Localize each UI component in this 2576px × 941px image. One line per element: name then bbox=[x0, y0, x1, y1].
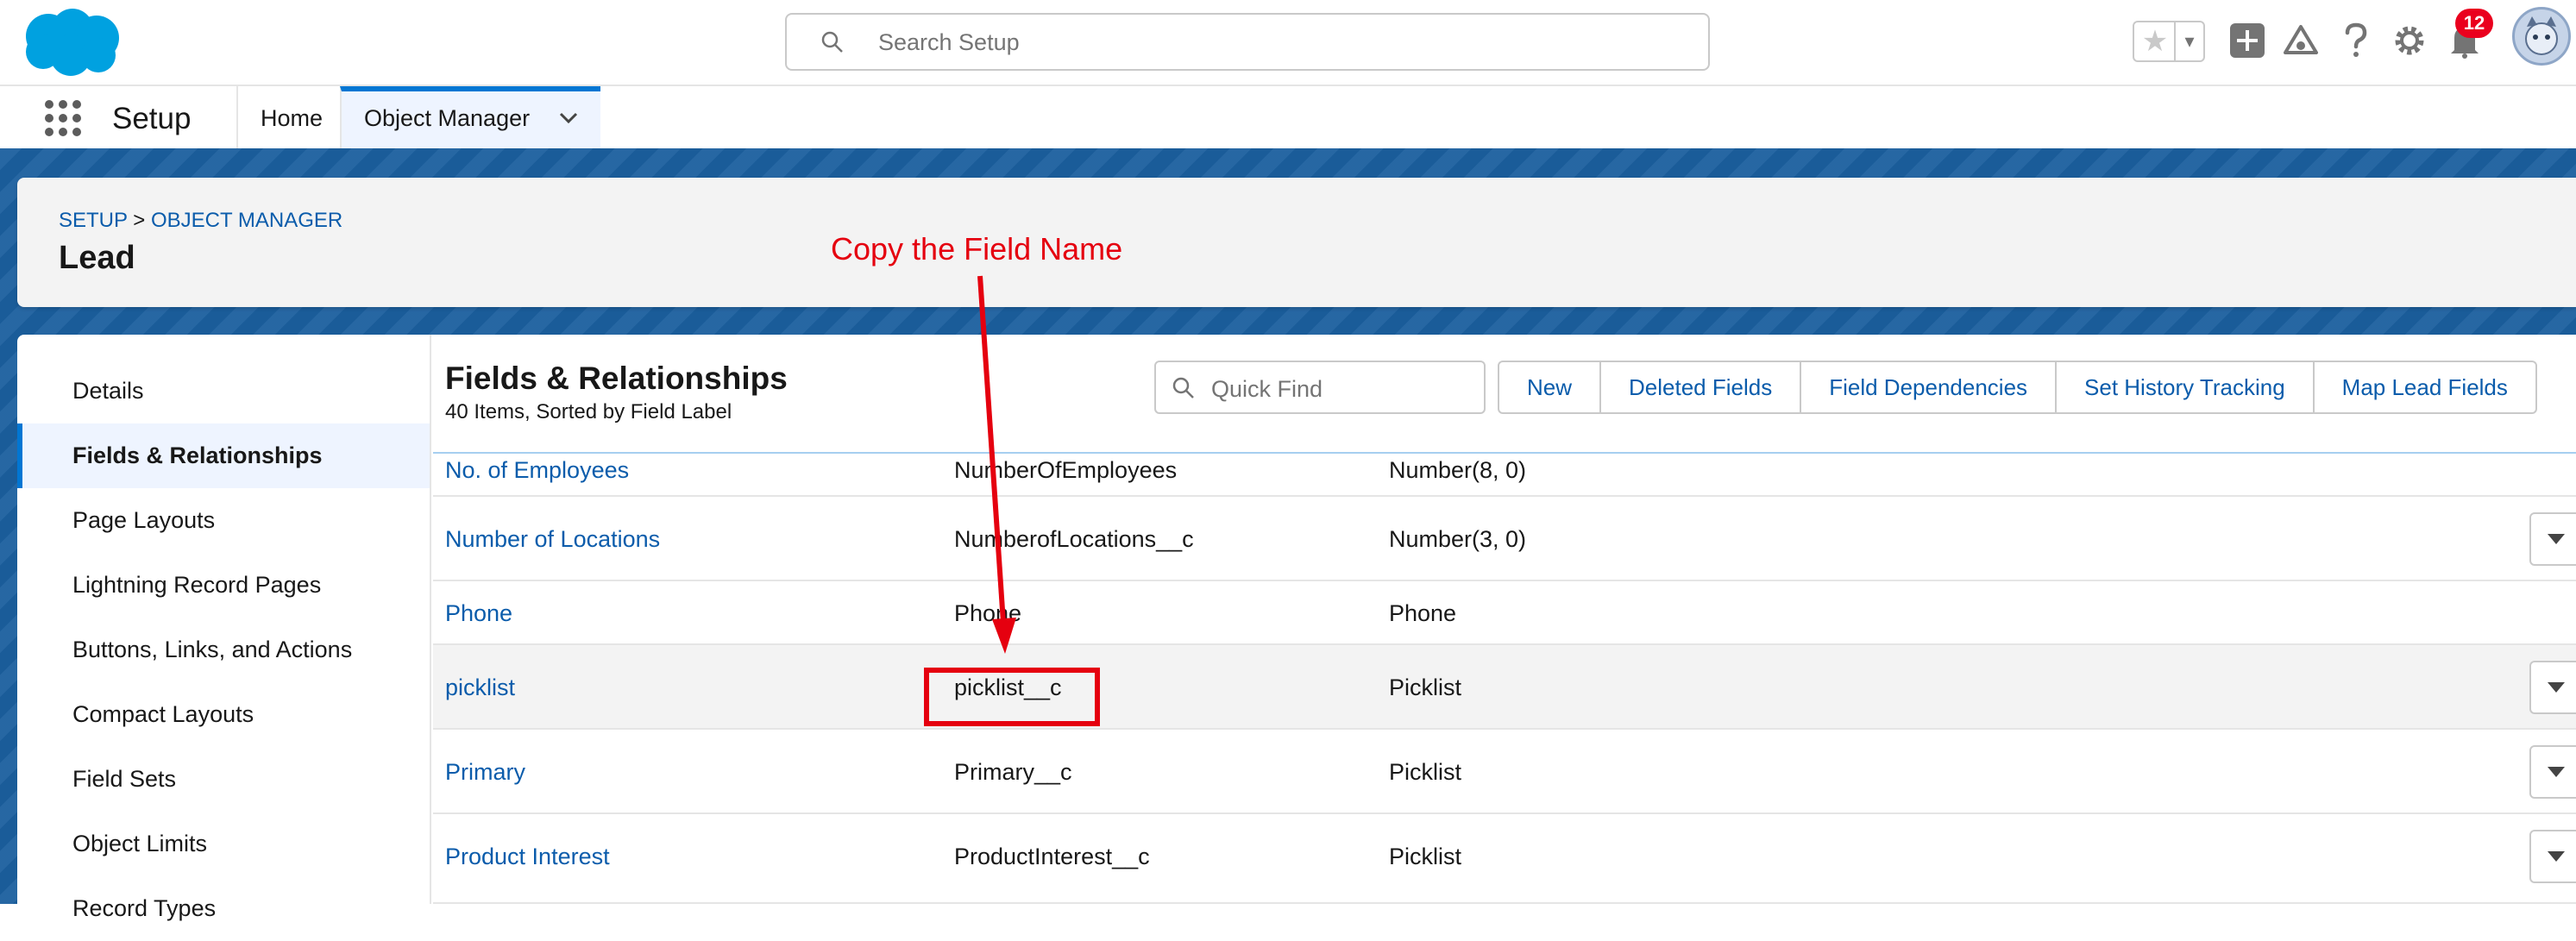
row-action-menu-button[interactable] bbox=[2529, 661, 2576, 714]
sidebar-item-label: Compact Layouts bbox=[72, 701, 254, 727]
sidebar-item-page-layouts[interactable]: Page Layouts bbox=[17, 488, 430, 553]
table-row: picklist picklist__c Picklist bbox=[433, 645, 2576, 730]
field-dependencies-button[interactable]: Field Dependencies bbox=[1800, 362, 2055, 412]
table-row: Product Interest ProductInterest__c Pick… bbox=[433, 814, 2576, 904]
fields-content: Fields & Relationships 40 Items, Sorted … bbox=[433, 335, 2576, 904]
breadcrumb-separator: > bbox=[133, 209, 146, 232]
annotation-highlight-box bbox=[924, 668, 1100, 726]
search-setup-input[interactable]: Search Setup bbox=[785, 13, 1710, 71]
chevron-down-icon bbox=[2548, 767, 2565, 777]
object-sidebar: Details Fields & Relationships Page Layo… bbox=[17, 335, 431, 921]
table-row: Phone Phone Phone bbox=[433, 581, 2576, 645]
tab-object-manager-label: Object Manager bbox=[364, 105, 531, 131]
field-label-link[interactable]: No. of Employees bbox=[445, 457, 629, 484]
row-action-menu-button[interactable] bbox=[2529, 745, 2576, 799]
field-api-name: NumberOfEmployees bbox=[954, 457, 1178, 483]
section-subtitle: 40 Items, Sorted by Field Label bbox=[445, 400, 732, 423]
global-header: Search Setup ★ ▾ 12 bbox=[0, 0, 2576, 85]
tab-home-label: Home bbox=[261, 105, 324, 131]
table-row: Number of Locations NumberofLocations__c… bbox=[433, 497, 2576, 581]
field-data-type: Picklist bbox=[1389, 674, 1462, 700]
sidebar-item-object-limits[interactable]: Object Limits bbox=[17, 812, 430, 876]
context-bar: Setup Home Object Manager bbox=[0, 85, 2576, 150]
field-api-name: NumberofLocations__c bbox=[954, 526, 1194, 552]
new-button[interactable]: New bbox=[1499, 362, 1599, 412]
quick-find-placeholder: Quick Find bbox=[1211, 376, 1323, 402]
map-lead-fields-button[interactable]: Map Lead Fields bbox=[2312, 362, 2535, 412]
field-label-link[interactable]: Number of Locations bbox=[445, 526, 660, 553]
field-api-name: Phone bbox=[954, 600, 1022, 626]
tab-object-manager[interactable]: Object Manager bbox=[340, 86, 600, 150]
chevron-down-icon[interactable] bbox=[559, 112, 578, 124]
sidebar-item-label: Object Limits bbox=[72, 831, 208, 856]
set-history-tracking-button[interactable]: Set History Tracking bbox=[2055, 362, 2313, 412]
field-label-link[interactable]: Product Interest bbox=[445, 844, 610, 870]
favorites-star-icon[interactable]: ★ bbox=[2136, 24, 2174, 59]
favorites-group[interactable]: ★ ▾ bbox=[2133, 21, 2205, 62]
favorites-dropdown-chevron-icon[interactable]: ▾ bbox=[2174, 22, 2203, 60]
field-label-link[interactable]: picklist bbox=[445, 674, 515, 701]
sidebar-item-label: Buttons, Links, and Actions bbox=[72, 637, 353, 662]
field-data-type: Picklist bbox=[1389, 844, 1462, 869]
app-launcher-waffle-icon[interactable] bbox=[43, 98, 83, 138]
field-data-type: Number(3, 0) bbox=[1389, 526, 1527, 552]
sidebar-item-compact-layouts[interactable]: Compact Layouts bbox=[17, 682, 430, 747]
user-avatar[interactable] bbox=[2512, 7, 2571, 66]
sidebar-item-label: Page Layouts bbox=[72, 507, 216, 533]
search-icon bbox=[1172, 377, 1194, 398]
field-api-name: ProductInterest__c bbox=[954, 844, 1150, 869]
field-data-type: Picklist bbox=[1389, 759, 1462, 785]
sidebar-item-label: Fields & Relationships bbox=[72, 442, 323, 468]
main-panel: Details Fields & Relationships Page Layo… bbox=[17, 335, 2576, 921]
field-label-link[interactable]: Primary bbox=[445, 759, 525, 786]
section-title: Fields & Relationships bbox=[445, 361, 788, 396]
field-data-type: Number(8, 0) bbox=[1389, 457, 1527, 483]
field-data-type: Phone bbox=[1389, 600, 1457, 626]
sidebar-item-buttons-links-actions[interactable]: Buttons, Links, and Actions bbox=[17, 618, 430, 682]
annotation-callout-text: Copy the Field Name bbox=[831, 231, 1123, 267]
trailhead-icon[interactable] bbox=[2278, 17, 2324, 64]
breadcrumb-setup-link[interactable]: SETUP bbox=[59, 209, 128, 232]
sidebar-item-details[interactable]: Details bbox=[17, 359, 430, 423]
search-icon bbox=[821, 31, 843, 53]
breadcrumb-object-manager-link[interactable]: OBJECT MANAGER bbox=[151, 209, 342, 232]
search-placeholder: Search Setup bbox=[878, 29, 1020, 55]
object-header: SETUP > OBJECT MANAGER Lead bbox=[17, 178, 2576, 307]
field-api-name: Primary__c bbox=[954, 759, 1072, 785]
quick-find-input[interactable]: Quick Find bbox=[1154, 361, 1486, 414]
field-label-link[interactable]: Phone bbox=[445, 600, 512, 627]
salesforce-logo[interactable] bbox=[19, 7, 123, 78]
page-title: Lead bbox=[59, 240, 135, 276]
row-action-menu-button[interactable] bbox=[2529, 512, 2576, 566]
sidebar-item-label: Record Types bbox=[72, 895, 217, 921]
app-name: Setup bbox=[112, 102, 192, 135]
sidebar-item-label: Details bbox=[72, 378, 144, 404]
notification-count-badge: 12 bbox=[2455, 9, 2493, 38]
row-action-menu-button[interactable] bbox=[2529, 830, 2576, 883]
sidebar-item-label: Field Sets bbox=[72, 766, 177, 792]
action-button-group: New Deleted Fields Field Dependencies Se… bbox=[1498, 361, 2537, 414]
sidebar-item-fields-relationships[interactable]: Fields & Relationships bbox=[17, 423, 430, 488]
sidebar-item-lightning-record-pages[interactable]: Lightning Record Pages bbox=[17, 553, 430, 618]
table-row: No. of Employees NumberOfEmployees Numbe… bbox=[433, 454, 2576, 497]
deleted-fields-button[interactable]: Deleted Fields bbox=[1599, 362, 1800, 412]
chevron-down-icon bbox=[2548, 682, 2565, 693]
breadcrumb: SETUP > OBJECT MANAGER bbox=[59, 209, 342, 233]
sidebar-item-field-sets[interactable]: Field Sets bbox=[17, 747, 430, 812]
add-icon[interactable] bbox=[2224, 17, 2271, 64]
chevron-down-icon bbox=[2548, 534, 2565, 544]
sidebar-item-label: Lightning Record Pages bbox=[72, 572, 322, 598]
help-icon[interactable] bbox=[2333, 17, 2379, 64]
tab-home[interactable]: Home bbox=[236, 86, 342, 150]
table-row: Primary Primary__c Picklist bbox=[433, 730, 2576, 814]
chevron-down-icon bbox=[2548, 851, 2565, 862]
setup-gear-icon[interactable] bbox=[2386, 17, 2433, 64]
sidebar-item-record-types[interactable]: Record Types bbox=[17, 876, 430, 941]
